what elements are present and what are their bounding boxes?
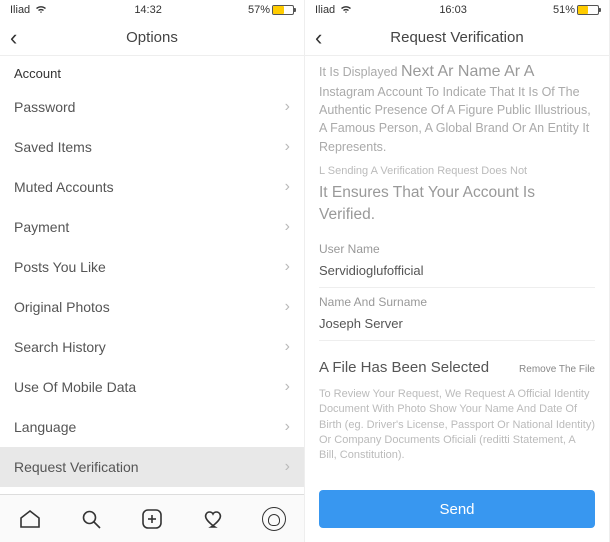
carrier-label: Iliad [10, 4, 30, 16]
settings-list: Account Password › Saved Items › Muted A… [0, 56, 304, 494]
fullname-field[interactable]: Joseph Server [319, 311, 595, 341]
status-bar: Iliad 16:03 51% [305, 0, 609, 20]
tab-home[interactable] [17, 506, 43, 532]
chevron-right-icon: › [285, 178, 290, 196]
back-icon[interactable]: ‹ [10, 25, 34, 51]
options-screen: Iliad 14:32 57% ‹ Options Account Passwo… [0, 0, 305, 542]
tab-search[interactable] [78, 506, 104, 532]
row-language[interactable]: Language › [0, 407, 304, 447]
row-mobile-data[interactable]: Use Of Mobile Data › [0, 367, 304, 407]
disclaimer-large: It Ensures That Your Account Is Verified… [319, 182, 595, 227]
chevron-right-icon: › [285, 458, 290, 476]
username-label: User Name [319, 241, 595, 258]
username-field[interactable]: Servidioglufofficial [319, 258, 595, 288]
verification-form: It Is Displayed Next Ar Name Ar A Instag… [305, 56, 609, 490]
row-original-photos[interactable]: Original Photos › [0, 287, 304, 327]
file-row: A File Has Been Selected Remove The File [319, 357, 595, 379]
chevron-right-icon: › [285, 258, 290, 276]
back-icon[interactable]: ‹ [315, 25, 339, 51]
send-button[interactable]: Send [319, 490, 595, 528]
disclaimer-small: L Sending A Verification Request Does No… [319, 164, 595, 180]
page-title: Options [0, 29, 304, 46]
chevron-right-icon: › [285, 218, 290, 236]
chevron-right-icon: › [285, 378, 290, 396]
fullname-label: Name And Surname [319, 294, 595, 311]
row-muted-accounts[interactable]: Muted Accounts › [0, 167, 304, 207]
wifi-icon [339, 4, 353, 17]
section-label-account: Account [0, 56, 304, 87]
battery-indicator: 51% [553, 4, 599, 16]
chevron-right-icon: › [285, 98, 290, 116]
row-business-manager[interactable]: Impostazioni di Business Manager [0, 487, 304, 494]
nav-header: ‹ Options [0, 20, 304, 56]
row-search-history[interactable]: Search History › [0, 327, 304, 367]
tab-bar [0, 494, 304, 542]
row-password[interactable]: Password › [0, 87, 304, 127]
battery-indicator: 57% [248, 4, 294, 16]
clock: 14:32 [134, 4, 162, 16]
intro-text: It Is Displayed Next Ar Name Ar A Instag… [319, 60, 595, 156]
row-posts-you-like[interactable]: Posts You Like › [0, 247, 304, 287]
remove-file-link[interactable]: Remove The File [519, 363, 595, 378]
status-bar: Iliad 14:32 57% [0, 0, 304, 20]
tab-profile[interactable] [261, 506, 287, 532]
tab-add[interactable] [139, 506, 165, 532]
avatar-icon [262, 507, 286, 531]
wifi-icon [34, 4, 48, 17]
row-payment[interactable]: Payment › [0, 207, 304, 247]
clock: 16:03 [439, 4, 467, 16]
file-status: A File Has Been Selected [319, 357, 489, 379]
carrier-label: Iliad [315, 4, 335, 16]
verification-screen: Iliad 16:03 51% ‹ Request Verification I… [305, 0, 610, 542]
chevron-right-icon: › [285, 338, 290, 356]
nav-header: ‹ Request Verification [305, 20, 609, 56]
row-request-verification[interactable]: Request Verification › [0, 447, 304, 487]
chevron-right-icon: › [285, 298, 290, 316]
chevron-right-icon: › [285, 418, 290, 436]
tab-activity[interactable] [200, 506, 226, 532]
row-saved-items[interactable]: Saved Items › [0, 127, 304, 167]
chevron-right-icon: › [285, 138, 290, 156]
page-title: Request Verification [305, 29, 609, 46]
document-note: To Review Your Request, We Request A Off… [319, 387, 595, 464]
send-area: Send [305, 490, 609, 542]
